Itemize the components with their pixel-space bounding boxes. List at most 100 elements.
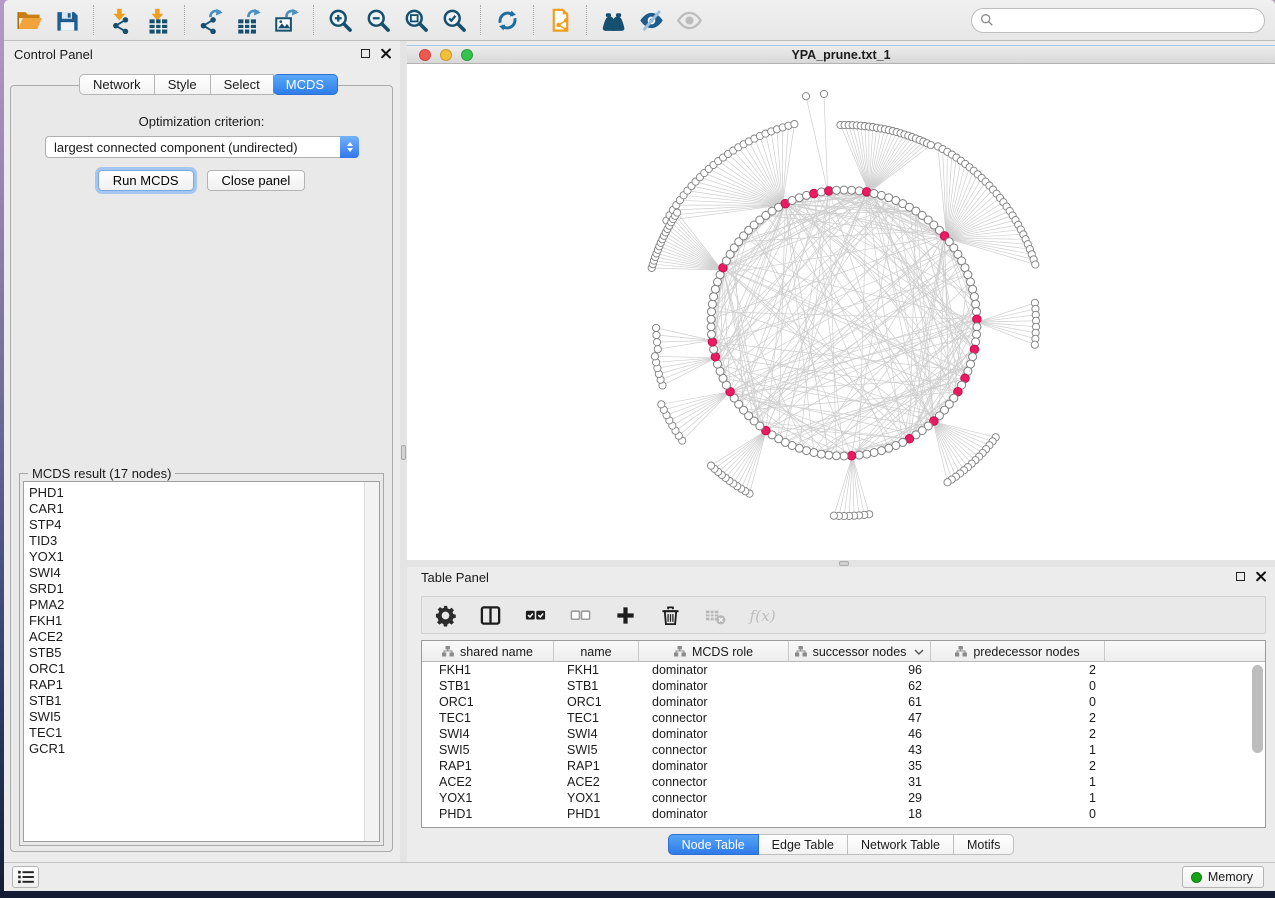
result-item[interactable]: PMA2 — [24, 597, 379, 613]
vertical-splitter[interactable] — [400, 41, 407, 862]
save-session-icon — [54, 7, 81, 34]
table-row[interactable]: SWI5SWI5connector431 — [422, 742, 1265, 758]
result-item[interactable]: ACE2 — [24, 629, 379, 645]
tab-style[interactable]: Style — [155, 74, 211, 95]
export-network-button[interactable] — [192, 4, 230, 36]
network-canvas[interactable] — [407, 64, 1275, 560]
export-image-button[interactable] — [268, 4, 306, 36]
tab-network[interactable]: Network — [79, 74, 155, 95]
tab-motifs[interactable]: Motifs — [954, 834, 1014, 855]
tab-mcds[interactable]: MCDS — [273, 74, 338, 95]
result-item[interactable]: FKH1 — [24, 613, 379, 629]
result-item[interactable]: PHD1 — [24, 482, 379, 501]
zoom-in-button[interactable] — [321, 4, 359, 36]
clone-network-button[interactable] — [541, 4, 579, 36]
cell-name: TEC1 — [554, 710, 639, 726]
table-row[interactable]: PHD1PHD1dominator180 — [422, 806, 1265, 822]
cell-name: SWI4 — [554, 726, 639, 742]
add-column-button[interactable] — [610, 600, 640, 630]
close-panel-button[interactable]: Close panel — [207, 170, 306, 191]
columns-button[interactable] — [475, 600, 505, 630]
zoom-selected-icon — [441, 7, 468, 34]
export-network-icon — [198, 7, 225, 34]
float-panel-icon[interactable] — [1236, 572, 1245, 581]
cell-MCDS-role: connector — [639, 790, 789, 806]
search-network-button[interactable] — [594, 4, 632, 36]
splitter-grip[interactable] — [401, 445, 406, 460]
table-panel-titlebar: Table Panel — [407, 567, 1275, 593]
table-row[interactable]: ORC1ORC1dominator610 — [422, 694, 1265, 710]
add-column-icon — [614, 604, 637, 627]
horizontal-splitter[interactable] — [407, 560, 1275, 567]
zoom-out-button[interactable] — [359, 4, 397, 36]
control-panel: Control Panel NetworkStyleSelectMCDS Opt… — [4, 41, 400, 862]
criterion-select[interactable]: largest connected component (undirected) — [45, 136, 359, 158]
close-panel-icon[interactable] — [1255, 571, 1266, 582]
table-row[interactable]: TEC1TEC1connector472 — [422, 710, 1265, 726]
settings-gear-icon — [434, 604, 457, 627]
column-header-name[interactable]: name — [554, 641, 639, 662]
table-scrollbar[interactable] — [1252, 663, 1263, 823]
deselect-all-button[interactable] — [565, 600, 595, 630]
tab-node-table[interactable]: Node Table — [668, 834, 759, 855]
tab-select[interactable]: Select — [211, 74, 274, 95]
table-row[interactable]: ACE2ACE2connector311 — [422, 774, 1265, 790]
cell-MCDS-role: connector — [639, 774, 789, 790]
result-item[interactable]: YOX1 — [24, 549, 379, 565]
import-table-button[interactable] — [139, 4, 177, 36]
run-mcds-button[interactable]: Run MCDS — [98, 170, 194, 191]
table-row[interactable]: YOX1YOX1connector291 — [422, 790, 1265, 806]
result-item[interactable]: TID3 — [24, 533, 379, 549]
column-header-shared-name[interactable]: shared name — [422, 641, 554, 662]
splitter-grip[interactable] — [839, 561, 849, 566]
tab-edge-table[interactable]: Edge Table — [759, 834, 848, 855]
zoom-fit-button[interactable] — [397, 4, 435, 36]
table-row[interactable]: STB1STB1dominator620 — [422, 678, 1265, 694]
close-panel-icon[interactable] — [380, 48, 391, 59]
table-row[interactable]: FKH1FKH1dominator962 — [422, 662, 1265, 678]
column-header-MCDS-role[interactable]: MCDS role — [639, 641, 789, 662]
open-file-button[interactable] — [10, 4, 48, 36]
result-item[interactable]: STP4 — [24, 517, 379, 533]
result-item[interactable]: CAR1 — [24, 501, 379, 517]
tab-network-table[interactable]: Network Table — [848, 834, 954, 855]
result-item[interactable]: SWI5 — [24, 709, 379, 725]
result-item[interactable]: STB5 — [24, 645, 379, 661]
result-item[interactable]: SWI4 — [24, 565, 379, 581]
refresh-layout-button[interactable] — [488, 4, 526, 36]
toolbar-separator — [533, 5, 534, 35]
scrollbar-thumb[interactable] — [1252, 665, 1263, 753]
export-table-button[interactable] — [230, 4, 268, 36]
memory-button[interactable]: Memory — [1182, 866, 1264, 888]
delete-column-icon — [659, 604, 682, 627]
table-row[interactable]: SWI4SWI4dominator462 — [422, 726, 1265, 742]
import-network-button[interactable] — [101, 4, 139, 36]
select-all-button[interactable] — [520, 600, 550, 630]
cell-MCDS-role: dominator — [639, 758, 789, 774]
memory-status-icon — [1191, 872, 1202, 883]
table-row[interactable]: RAP1RAP1dominator352 — [422, 758, 1265, 774]
delete-column-button[interactable] — [655, 600, 685, 630]
import-network-icon — [107, 7, 134, 34]
task-history-button[interactable] — [12, 866, 39, 888]
settings-gear-button[interactable] — [430, 600, 460, 630]
zoom-selected-button[interactable] — [435, 4, 473, 36]
float-panel-icon[interactable] — [361, 49, 370, 58]
search-input[interactable] — [999, 13, 1256, 28]
result-item[interactable]: RAP1 — [24, 677, 379, 693]
result-item[interactable]: ORC1 — [24, 661, 379, 677]
attribute-tree-icon — [442, 646, 454, 657]
column-header-predecessor-nodes[interactable]: predecessor nodes — [931, 641, 1105, 662]
column-header-successor-nodes[interactable]: successor nodes — [789, 641, 931, 662]
save-session-button[interactable] — [48, 4, 86, 36]
cell-shared-name: ACE2 — [422, 774, 554, 790]
network-titlebar[interactable]: YPA_prune.txt_1 — [407, 46, 1275, 64]
result-item[interactable]: TEC1 — [24, 725, 379, 741]
zoom-fit-icon — [403, 7, 430, 34]
cell-name: RAP1 — [554, 758, 639, 774]
result-item[interactable]: STB1 — [24, 693, 379, 709]
result-list-scrollbar[interactable] — [364, 482, 379, 841]
result-item[interactable]: SRD1 — [24, 581, 379, 597]
result-item[interactable]: GCR1 — [24, 741, 379, 757]
hide-selected-button[interactable] — [632, 4, 670, 36]
